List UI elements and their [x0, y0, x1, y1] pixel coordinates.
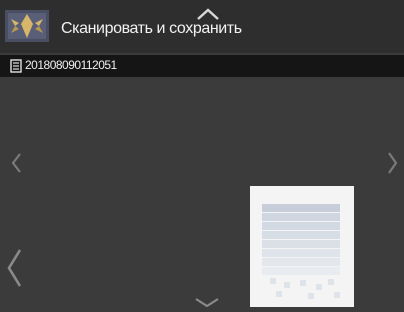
document-icon	[10, 59, 22, 73]
document-name: 201808090112051	[25, 58, 117, 72]
page-thumbnail[interactable]	[250, 186, 354, 307]
chevron-left-large-icon[interactable]	[5, 247, 23, 289]
scan-app-logo-icon	[5, 10, 49, 42]
chevron-up-icon[interactable]	[194, 6, 222, 22]
page-title: Сканировать и сохранить	[61, 20, 242, 37]
chevron-left-icon[interactable]	[9, 151, 23, 175]
chevron-down-icon[interactable]	[192, 297, 222, 307]
thumbnail-image	[250, 186, 354, 307]
chevron-right-icon[interactable]	[386, 150, 400, 176]
